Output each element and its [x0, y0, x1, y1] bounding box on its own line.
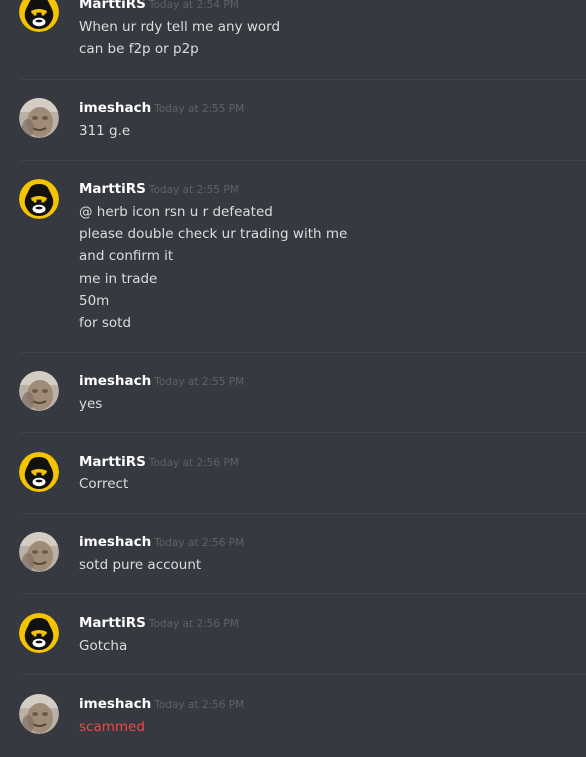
gorilla-avatar-icon[interactable]	[19, 179, 59, 219]
message-text: can be f2p or p2p	[79, 41, 199, 58]
message-header: imeshach Today at 2:56 PM	[79, 532, 244, 553]
username[interactable]: MarttiRS	[79, 454, 146, 470]
timestamp: Today at 2:56 PM	[154, 537, 245, 549]
divider	[20, 160, 586, 161]
message-header: imeshach Today at 2:55 PM	[79, 98, 244, 119]
face-photo-avatar[interactable]	[19, 98, 59, 138]
timestamp: Today at 2:55 PM	[154, 376, 245, 388]
timestamp: Today at 2:56 PM	[154, 699, 245, 711]
message-header: MarttiRS Today at 2:55 PM	[79, 179, 239, 200]
message-text: for sotd	[79, 315, 132, 332]
message-header: MarttiRS Today at 2:54 PM	[79, 0, 239, 15]
timestamp: Today at 2:55 PM	[154, 103, 245, 115]
message-text: me in trade	[79, 270, 158, 287]
divider	[20, 352, 586, 353]
username[interactable]: imeshach	[79, 534, 151, 550]
username[interactable]: imeshach	[79, 100, 151, 116]
username[interactable]: MarttiRS	[79, 615, 146, 631]
message-text: sotd pure account	[79, 557, 202, 573]
divider	[20, 79, 586, 80]
message-text: 50m	[79, 292, 110, 309]
username[interactable]: MarttiRS	[79, 0, 146, 12]
username[interactable]: imeshach	[79, 373, 151, 389]
divider	[20, 674, 586, 675]
face-photo-avatar[interactable]	[19, 532, 59, 572]
divider	[20, 513, 586, 514]
message-header: MarttiRS Today at 2:56 PM	[79, 613, 239, 634]
username[interactable]: imeshach	[79, 696, 151, 712]
message-text: When ur rdy tell me any word	[79, 19, 281, 35]
divider	[20, 593, 586, 594]
message-text: yes	[79, 396, 103, 412]
divider	[20, 432, 586, 433]
face-photo-avatar[interactable]	[19, 371, 59, 411]
message-text: @ herb icon rsn u r defeated	[79, 204, 273, 220]
timestamp: Today at 2:56 PM	[148, 618, 239, 630]
message-text: scammed	[79, 719, 145, 735]
timestamp: Today at 2:54 PM	[148, 0, 239, 11]
message-header: MarttiRS Today at 2:56 PM	[79, 452, 239, 473]
message-header: imeshach Today at 2:55 PM	[79, 371, 244, 392]
message-text: Correct	[79, 476, 129, 492]
message-text: Gotcha	[79, 638, 128, 654]
username[interactable]: MarttiRS	[79, 181, 146, 197]
gorilla-avatar-icon[interactable]	[19, 613, 59, 653]
face-photo-avatar[interactable]	[19, 694, 59, 734]
gorilla-avatar-icon[interactable]	[19, 452, 59, 492]
message-text: 311 g.e	[79, 123, 131, 139]
message-header: imeshach Today at 2:56 PM	[79, 694, 244, 715]
timestamp: Today at 2:56 PM	[148, 457, 239, 469]
message-text: please double check ur trading with me	[79, 226, 348, 243]
gorilla-avatar-icon[interactable]	[19, 0, 59, 32]
timestamp: Today at 2:55 PM	[148, 184, 239, 196]
message-text: and confirm it	[79, 248, 174, 265]
